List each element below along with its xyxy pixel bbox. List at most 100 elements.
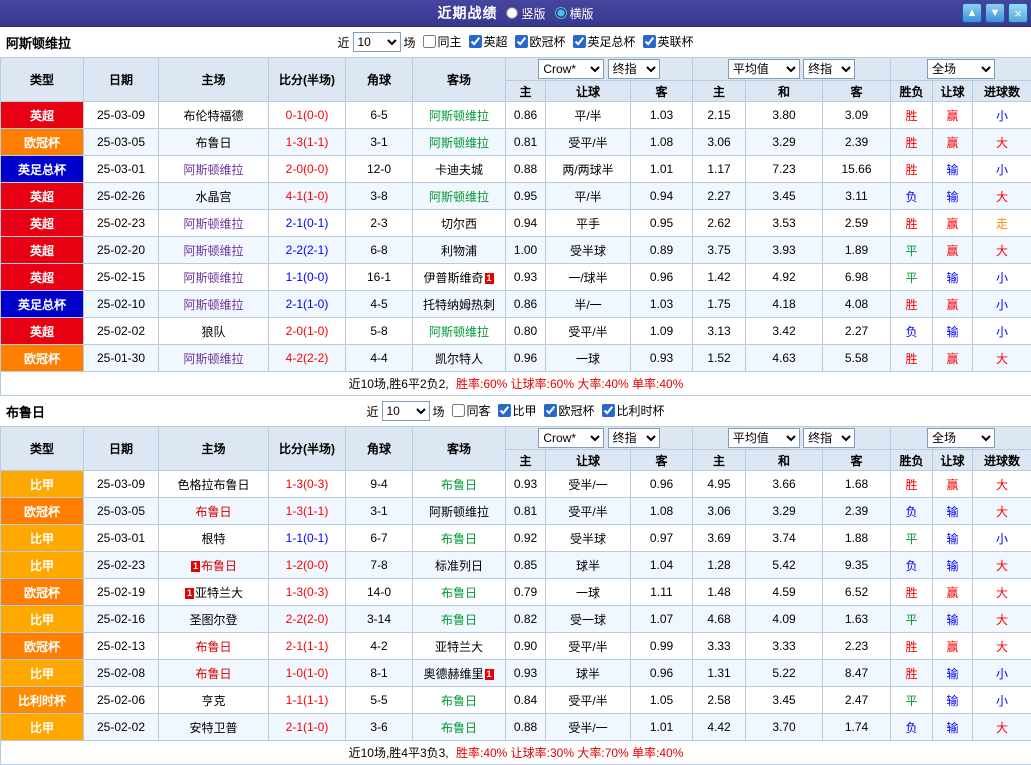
- match-score[interactable]: 2-1(1-0): [269, 291, 346, 318]
- match-score[interactable]: 2-1(1-0): [269, 714, 346, 741]
- away-team-name[interactable]: 阿斯顿维拉: [429, 109, 489, 123]
- filter-checkbox-同主[interactable]: 同主: [422, 33, 461, 50]
- move-up-button[interactable]: ▲: [962, 3, 982, 23]
- home-team[interactable]: 阿斯顿维拉: [159, 237, 269, 264]
- layout-radio-horizontal[interactable]: 横版: [555, 5, 594, 22]
- home-team[interactable]: 阿斯顿维拉: [159, 291, 269, 318]
- away-team-name[interactable]: 凯尔特人: [435, 352, 483, 366]
- close-button[interactable]: ×: [1008, 3, 1028, 23]
- away-team-name[interactable]: 阿斯顿维拉: [429, 505, 489, 519]
- checkbox-input[interactable]: [573, 35, 586, 48]
- away-team[interactable]: 布鲁日: [413, 606, 506, 633]
- home-team-name[interactable]: 亨克: [201, 694, 225, 708]
- away-team[interactable]: 卡迪夫城: [413, 156, 506, 183]
- away-team-name[interactable]: 托特纳姆热刺: [423, 298, 495, 312]
- layout-radio-vertical[interactable]: 竖版: [506, 5, 545, 22]
- home-team-name[interactable]: 狼队: [201, 325, 225, 339]
- match-score[interactable]: 2-2(2-0): [269, 606, 346, 633]
- home-team-name[interactable]: 色格拉布鲁日: [177, 478, 249, 492]
- home-team-name[interactable]: 布鲁日: [195, 505, 231, 519]
- home-team[interactable]: 布鲁日: [159, 498, 269, 525]
- away-team[interactable]: 阿斯顿维拉: [413, 129, 506, 156]
- match-score[interactable]: 1-2(0-0): [269, 552, 346, 579]
- home-team-name[interactable]: 安特卫普: [189, 721, 237, 735]
- checkbox-input[interactable]: [422, 35, 435, 48]
- filter-checkbox-同客[interactable]: 同客: [451, 402, 490, 419]
- match-score[interactable]: 4-1(1-0): [269, 183, 346, 210]
- home-team[interactable]: 圣图尔登: [159, 606, 269, 633]
- away-team-name[interactable]: 布鲁日: [441, 613, 477, 627]
- average-stage-select[interactable]: 终指: [803, 59, 855, 79]
- home-team[interactable]: 1亚特兰大: [159, 579, 269, 606]
- radio-vertical-input[interactable]: [506, 7, 518, 19]
- match-score[interactable]: 1-3(0-3): [269, 471, 346, 498]
- match-score[interactable]: 1-1(0-1): [269, 525, 346, 552]
- odds-stage-select[interactable]: 终指: [608, 59, 660, 79]
- home-team-name[interactable]: 阿斯顿维拉: [183, 271, 243, 285]
- away-team[interactable]: 阿斯顿维拉: [413, 102, 506, 129]
- home-team-name[interactable]: 阿斯顿维拉: [183, 244, 243, 258]
- away-team[interactable]: 阿斯顿维拉: [413, 183, 506, 210]
- away-team[interactable]: 亚特兰大: [413, 633, 506, 660]
- away-team[interactable]: 切尔西: [413, 210, 506, 237]
- home-team[interactable]: 阿斯顿维拉: [159, 345, 269, 372]
- away-team[interactable]: 布鲁日: [413, 525, 506, 552]
- home-team[interactable]: 水晶宫: [159, 183, 269, 210]
- average-stage-select[interactable]: 终指: [803, 428, 855, 448]
- bookmaker-select[interactable]: Crow*: [538, 428, 604, 448]
- match-score[interactable]: 1-0(1-0): [269, 660, 346, 687]
- away-team[interactable]: 布鲁日: [413, 579, 506, 606]
- away-team[interactable]: 奥德赫维里1: [413, 660, 506, 687]
- match-scope-select[interactable]: 全场: [927, 428, 995, 448]
- home-team[interactable]: 布鲁日: [159, 660, 269, 687]
- away-team-name[interactable]: 阿斯顿维拉: [429, 190, 489, 204]
- home-team-name[interactable]: 阿斯顿维拉: [183, 217, 243, 231]
- home-team-name[interactable]: 圣图尔登: [189, 613, 237, 627]
- filter-checkbox-英超[interactable]: 英超: [468, 33, 507, 50]
- home-team[interactable]: 布鲁日: [159, 129, 269, 156]
- away-team[interactable]: 伊普斯维奇1: [413, 264, 506, 291]
- home-team[interactable]: 安特卫普: [159, 714, 269, 741]
- match-score[interactable]: 1-1(0-0): [269, 264, 346, 291]
- away-team-name[interactable]: 布鲁日: [441, 721, 477, 735]
- filter-checkbox-欧冠杯[interactable]: 欧冠杯: [515, 33, 566, 50]
- away-team[interactable]: 布鲁日: [413, 687, 506, 714]
- checkbox-input[interactable]: [643, 35, 656, 48]
- home-team-name[interactable]: 阿斯顿维拉: [183, 352, 243, 366]
- filter-checkbox-英足总杯[interactable]: 英足总杯: [573, 33, 636, 50]
- home-team[interactable]: 布鲁日: [159, 633, 269, 660]
- away-team-name[interactable]: 卡迪夫城: [435, 163, 483, 177]
- home-team[interactable]: 亨克: [159, 687, 269, 714]
- away-team[interactable]: 布鲁日: [413, 471, 506, 498]
- away-team[interactable]: 利物浦: [413, 237, 506, 264]
- checkbox-input[interactable]: [451, 404, 464, 417]
- match-score[interactable]: 0-1(0-0): [269, 102, 346, 129]
- away-team-name[interactable]: 阿斯顿维拉: [429, 136, 489, 150]
- filter-checkbox-比利时杯[interactable]: 比利时杯: [602, 402, 665, 419]
- away-team-name[interactable]: 伊普斯维奇: [423, 271, 483, 285]
- move-down-button[interactable]: ▼: [985, 3, 1005, 23]
- away-team-name[interactable]: 奥德赫维里: [423, 667, 483, 681]
- home-team[interactable]: 阿斯顿维拉: [159, 156, 269, 183]
- away-team-name[interactable]: 布鲁日: [441, 532, 477, 546]
- away-team-name[interactable]: 亚特兰大: [435, 640, 483, 654]
- away-team-name[interactable]: 布鲁日: [441, 694, 477, 708]
- home-team-name[interactable]: 根特: [201, 532, 225, 546]
- filter-checkbox-欧冠杯[interactable]: 欧冠杯: [544, 402, 595, 419]
- average-select[interactable]: 平均值: [728, 59, 800, 79]
- radio-horizontal-input[interactable]: [555, 7, 567, 19]
- match-score[interactable]: 2-2(2-1): [269, 237, 346, 264]
- home-team-name[interactable]: 阿斯顿维拉: [183, 298, 243, 312]
- home-team-name[interactable]: 布伦特福德: [183, 109, 243, 123]
- away-team-name[interactable]: 利物浦: [441, 244, 477, 258]
- filter-checkbox-英联杯[interactable]: 英联杯: [643, 33, 694, 50]
- away-team[interactable]: 标准列日: [413, 552, 506, 579]
- away-team[interactable]: 阿斯顿维拉: [413, 498, 506, 525]
- away-team-name[interactable]: 阿斯顿维拉: [429, 325, 489, 339]
- match-score[interactable]: 2-0(0-0): [269, 156, 346, 183]
- odds-stage-select[interactable]: 终指: [608, 428, 660, 448]
- checkbox-input[interactable]: [468, 35, 481, 48]
- checkbox-input[interactable]: [544, 404, 557, 417]
- away-team-name[interactable]: 布鲁日: [441, 586, 477, 600]
- home-team-name[interactable]: 布鲁日: [195, 667, 231, 681]
